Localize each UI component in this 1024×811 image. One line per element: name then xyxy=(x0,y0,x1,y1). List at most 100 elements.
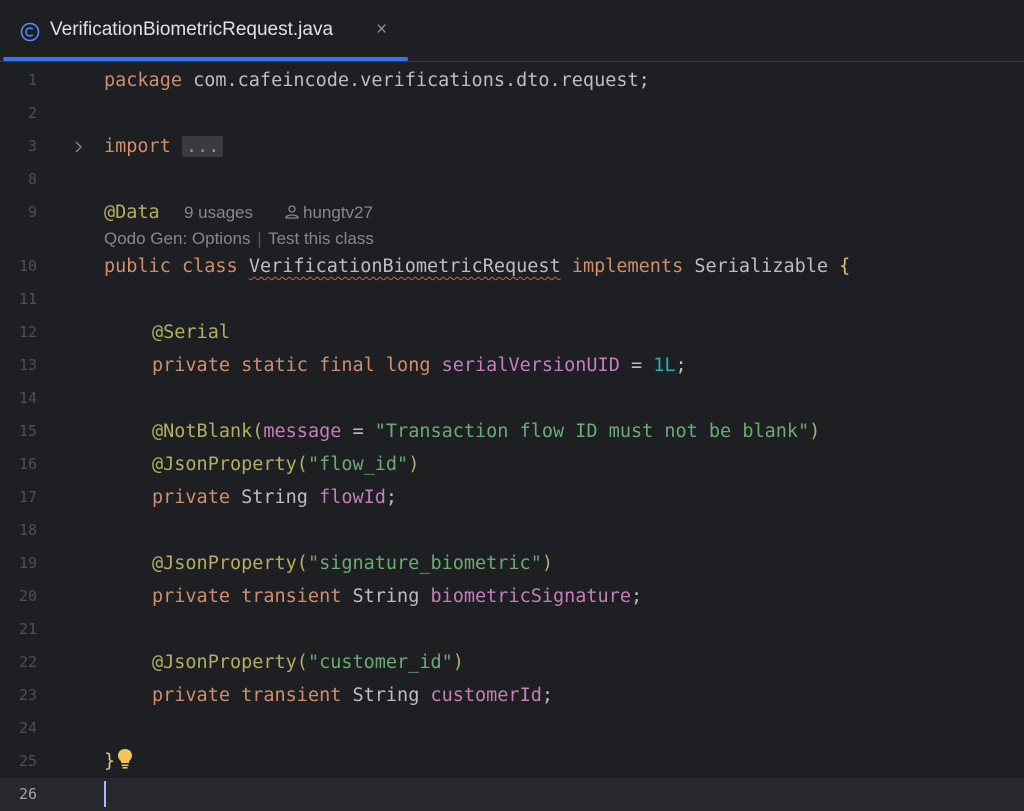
semicolon: ; xyxy=(385,487,398,508)
keyword: class xyxy=(181,256,238,277)
author-hint[interactable]: hungtv27 xyxy=(284,196,373,229)
code-line: 13 private static final long serialVersi… xyxy=(0,349,1024,382)
keyword: static xyxy=(241,355,308,376)
line-number: 16 xyxy=(18,455,37,473)
line-number: 25 xyxy=(18,752,37,770)
keyword: implements xyxy=(571,256,684,277)
line-number: 23 xyxy=(18,686,37,704)
code-line: 23 private transient String customerId; xyxy=(0,679,1024,712)
field-name: biometricSignature xyxy=(430,586,631,607)
field-name: customerId xyxy=(430,685,542,706)
lightbulb-icon[interactable] xyxy=(116,748,134,770)
type-name: String xyxy=(352,586,420,607)
code-line: 11 xyxy=(0,283,1024,316)
chevron-right-icon[interactable] xyxy=(74,141,84,153)
test-class-link[interactable]: Test this class xyxy=(268,229,374,248)
line-number: 8 xyxy=(27,170,37,188)
editor-tab-bar: VerificationBiometricRequest.java × xyxy=(0,0,1024,62)
type-name: String xyxy=(352,685,420,706)
class-name: VerificationBiometricRequest xyxy=(248,256,561,277)
usages-count: 9 usages xyxy=(184,203,253,222)
code-text: @Serial xyxy=(152,316,230,349)
code-line: 15 @NotBlank(message = "Transaction flow… xyxy=(0,415,1024,448)
collapsed-imports[interactable]: ... xyxy=(181,136,224,157)
close-icon[interactable]: × xyxy=(376,18,387,42)
code-line: 1 package com.cafeincode.verifications.d… xyxy=(0,64,1024,97)
package-name: com.cafeincode.verifications.dto.request… xyxy=(181,70,650,91)
code-line: 21 xyxy=(0,613,1024,646)
tab-verification-biometric-request[interactable]: VerificationBiometricRequest.java × xyxy=(0,0,408,62)
annotation-param: message xyxy=(263,421,342,442)
line-number: 20 xyxy=(18,587,37,605)
annotation: @Serial xyxy=(152,322,230,343)
code-text: @NotBlank(message = "Transaction flow ID… xyxy=(152,415,820,448)
class-icon xyxy=(20,22,40,42)
code-vision-hints: Qodo Gen: Options | Test this class xyxy=(104,227,374,251)
keyword: import xyxy=(104,136,171,157)
annotation: @JsonProperty xyxy=(152,553,297,574)
code-line: 12 @Serial xyxy=(0,316,1024,349)
keyword: private xyxy=(152,355,230,376)
code-text: private static final long serialVersionU… xyxy=(152,349,687,382)
paren: ( xyxy=(296,652,308,673)
paren: ( xyxy=(296,454,308,475)
keyword: private xyxy=(152,487,230,508)
code-editor[interactable]: 1 package com.cafeincode.verifications.d… xyxy=(0,63,1024,811)
operator: = xyxy=(619,355,654,376)
brace: } xyxy=(104,751,116,772)
code-text: @JsonProperty("customer_id") xyxy=(152,646,464,679)
line-number: 1 xyxy=(27,71,37,89)
code-line: 14 xyxy=(0,382,1024,415)
interface-name: Serializable xyxy=(694,256,829,277)
annotation: @NotBlank xyxy=(152,421,253,442)
paren: ( xyxy=(296,553,308,574)
code-text: @JsonProperty("signature_biometric") xyxy=(152,547,553,580)
code-line: 9 @Data 9 usages hungtv27 xyxy=(0,196,1024,229)
annotation: @JsonProperty xyxy=(152,652,297,673)
keyword: private xyxy=(152,586,230,607)
paren: ) xyxy=(408,454,420,475)
line-number: 12 xyxy=(18,323,37,341)
code-line: 25 } xyxy=(0,745,1024,778)
code-line: 24 xyxy=(0,712,1024,745)
line-number: 17 xyxy=(18,488,37,506)
line-number: 24 xyxy=(18,719,37,737)
paren: ( xyxy=(252,421,264,442)
line-number: 18 xyxy=(18,521,37,539)
line-number: 14 xyxy=(18,389,37,407)
code-text: } xyxy=(104,745,115,778)
line-number: 2 xyxy=(27,104,37,122)
code-line: 2 xyxy=(0,97,1024,130)
number-literal: 1L xyxy=(653,355,676,376)
line-number: 13 xyxy=(18,356,37,374)
line-number: 22 xyxy=(18,653,37,671)
string-literal: "customer_id" xyxy=(307,652,453,673)
string-literal: "flow_id" xyxy=(307,454,409,475)
paren: ) xyxy=(541,553,553,574)
annotation: @Data xyxy=(104,202,160,223)
qodo-options-link[interactable]: Qodo Gen: Options xyxy=(104,229,250,248)
line-number: 10 xyxy=(18,257,37,275)
code-line: 22 @JsonProperty("customer_id") xyxy=(0,646,1024,679)
tab-title: VerificationBiometricRequest.java xyxy=(50,19,334,40)
line-number: 26 xyxy=(18,785,37,803)
brace: { xyxy=(839,256,851,277)
user-icon xyxy=(285,205,299,219)
field-name: flowId xyxy=(319,487,386,508)
line-number: 9 xyxy=(27,203,37,221)
keyword: final xyxy=(319,355,375,376)
code-line: 20 private transient String biometricSig… xyxy=(0,580,1024,613)
keyword: transient xyxy=(241,586,342,607)
string-literal: "signature_biometric" xyxy=(307,553,542,574)
keyword: public xyxy=(104,256,171,277)
code-text: @JsonProperty("flow_id") xyxy=(152,448,419,481)
code-text: private transient String biometricSignat… xyxy=(152,580,642,613)
type-name: String xyxy=(241,487,308,508)
string-literal: "Transaction flow ID must not be blank" xyxy=(374,421,810,442)
code-line: 8 xyxy=(0,163,1024,196)
active-tab-indicator xyxy=(3,57,408,61)
code-text: private String flowId; xyxy=(152,481,397,514)
code-text: public class VerificationBiometricReques… xyxy=(104,250,850,283)
usages-hint[interactable]: 9 usages xyxy=(184,196,253,229)
text-caret xyxy=(104,781,106,807)
